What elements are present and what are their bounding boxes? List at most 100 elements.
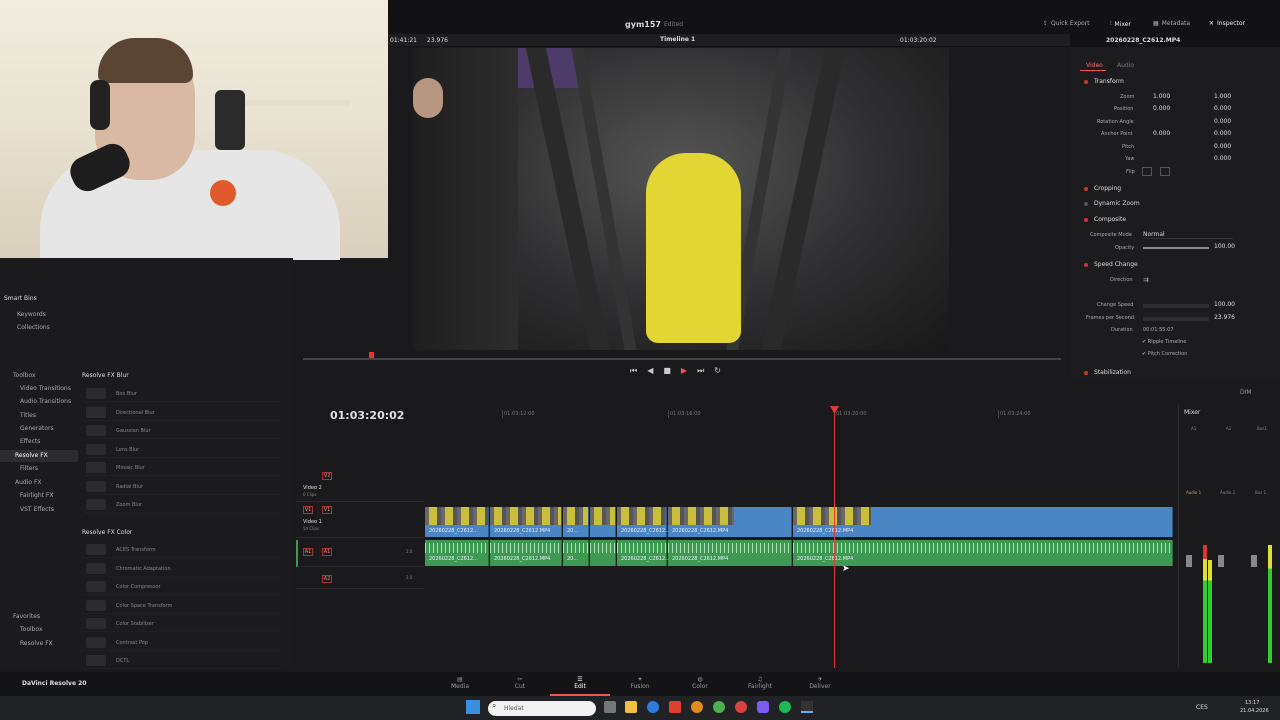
taskbar-search[interactable]: Hledat (488, 701, 596, 716)
spotify-icon[interactable] (779, 701, 791, 713)
fx-zoom-blur[interactable]: Zoom Blur (84, 497, 282, 513)
tree-audio-fx[interactable]: Audio FX (15, 479, 42, 486)
windows-start-icon[interactable] (466, 700, 480, 714)
audio-clip[interactable]: 20260228_C2612.MP4 (668, 540, 792, 566)
color-category-header[interactable]: Resolve FX Color (82, 529, 132, 536)
collections-bin[interactable]: Collections (17, 324, 50, 331)
tree-titles[interactable]: Titles (20, 412, 36, 419)
page-cut[interactable]: ✂ Cut (500, 676, 540, 690)
track-v2-badge[interactable]: V2 (322, 472, 332, 480)
audio-clip[interactable]: 20260228_C2612.MP4 (793, 540, 1173, 566)
fx-color-compressor[interactable]: Color Compressor (84, 579, 282, 595)
fps-value[interactable]: 23.976 (1214, 314, 1235, 321)
tree-audio-transitions[interactable]: Audio Transitions (20, 398, 71, 405)
toolbox-item[interactable]: Toolbox (13, 372, 36, 379)
loop-icon[interactable]: ↻ (714, 366, 721, 376)
yaw-value[interactable]: 0.000 (1214, 155, 1231, 162)
edge-icon[interactable] (647, 701, 659, 713)
video-viewer[interactable] (413, 48, 949, 350)
audio2-fader[interactable] (1218, 555, 1224, 567)
tree-filters[interactable]: Filters (20, 465, 38, 472)
composite-mode-select[interactable]: Normal (1143, 231, 1233, 239)
video-clip[interactable]: 20260228_C2612.MP4 (793, 507, 1173, 537)
tree-fairlight-fx[interactable]: Fairlight FX (20, 492, 53, 499)
audio1-fader[interactable] (1186, 555, 1192, 567)
tree-video-transitions[interactable]: Video Transitions (20, 385, 71, 392)
video-clip[interactable] (590, 507, 616, 537)
resolve-taskbar-icon[interactable] (801, 701, 813, 713)
tree-resolve-fx[interactable]: Resolve FX (15, 452, 48, 459)
fx-gaussian-blur[interactable]: Gaussian Blur (84, 423, 282, 439)
direction-forward-icon[interactable]: ⇉ (1143, 276, 1149, 284)
section-enabled-dot[interactable] (1084, 218, 1088, 222)
pitch-value[interactable]: 0.000 (1214, 143, 1231, 150)
fx-directional-blur[interactable]: Directional Blur (84, 405, 282, 421)
source-a1-badge[interactable]: A1 (303, 548, 313, 556)
play-icon[interactable]: ▶ (681, 366, 687, 376)
page-edit[interactable]: ☰ Edit (560, 676, 600, 690)
flip-horizontal-icon[interactable] (1142, 167, 1152, 176)
section-enabled-dot[interactable] (1084, 263, 1088, 267)
tab-video[interactable]: Video (1086, 62, 1103, 69)
viewer-scrubber[interactable] (303, 358, 1061, 360)
tree-vst-effects[interactable]: VST Effects (20, 506, 54, 513)
rotation-value[interactable]: 0.000 (1214, 118, 1231, 125)
fx-radial-blur[interactable]: Radial Blur (84, 479, 282, 495)
audio-clip[interactable] (590, 540, 616, 566)
track-v1-badge[interactable]: V1 (322, 506, 332, 514)
fav-toolbox[interactable]: Toolbox (20, 626, 43, 633)
timeline-name[interactable]: Timeline 1 (660, 36, 695, 43)
position-x[interactable]: 0.000 (1153, 105, 1170, 112)
fx-color-space-transform[interactable]: Color Space Transform (84, 598, 282, 614)
metadata-button[interactable]: ▦ Metadata (1153, 20, 1190, 27)
fx-chromatic-adaptation[interactable]: Chromatic Adaptation (84, 561, 282, 577)
app-icon[interactable] (691, 701, 703, 713)
fx-aces-transform[interactable]: ACES Transform (84, 542, 282, 558)
track-header-a2[interactable] (296, 569, 424, 589)
brave-icon[interactable] (669, 701, 681, 713)
position-y[interactable]: 0.000 (1214, 105, 1231, 112)
fx-color-stabilizer[interactable]: Color Stabilizer (84, 616, 282, 632)
change-speed-value[interactable]: 100.00 (1214, 301, 1235, 308)
stop-icon[interactable]: ■ (663, 366, 671, 376)
clock-date[interactable]: 21.04.2026 (1240, 708, 1269, 714)
tab-audio[interactable]: Audio (1117, 62, 1134, 69)
clock-time[interactable]: 13:17 (1245, 700, 1259, 706)
fx-dctl[interactable]: DCTL (84, 653, 282, 669)
ripple-checkbox[interactable]: ✔ Ripple Timeline (1142, 339, 1186, 345)
source-v1-badge[interactable]: V1 (303, 506, 313, 514)
video-clip[interactable]: 20260228_C2612... (617, 507, 670, 537)
audio-clip[interactable]: 20260228_C2612... (617, 540, 670, 566)
scrubber-head[interactable] (369, 352, 374, 358)
flip-vertical-icon[interactable] (1160, 167, 1170, 176)
favorites-header[interactable]: Favorites (13, 613, 40, 620)
section-disabled-dot[interactable] (1084, 202, 1088, 206)
track-a2-badge[interactable]: A2 (322, 575, 332, 583)
anchor-x[interactable]: 0.000 (1153, 130, 1170, 137)
video-clip[interactable]: 20... (563, 507, 589, 537)
task-view-icon[interactable] (604, 701, 616, 713)
page-media[interactable]: ▤ Media (440, 676, 480, 690)
bus1-fader[interactable] (1251, 555, 1257, 567)
section-enabled-dot[interactable] (1084, 80, 1088, 84)
stabilization-section[interactable]: Stabilization (1094, 369, 1131, 376)
play-reverse-icon[interactable]: ◀ (647, 366, 653, 376)
dynamic-zoom-section[interactable]: Dynamic Zoom (1094, 200, 1140, 207)
page-fusion[interactable]: ✦ Fusion (620, 676, 660, 690)
section-enabled-dot[interactable] (1084, 187, 1088, 191)
app-icon[interactable] (735, 701, 747, 713)
page-color[interactable]: ◍ Color (680, 676, 720, 690)
file-explorer-icon[interactable] (625, 701, 637, 713)
audio-clip[interactable]: 20260228_C2612.MP4 (490, 540, 562, 566)
section-enabled-dot[interactable] (1084, 371, 1088, 375)
timeline-timecode[interactable]: 01:03:20:02 (330, 409, 404, 422)
tree-generators[interactable]: Generators (20, 425, 54, 432)
zoom-x[interactable]: 1.000 (1153, 93, 1170, 100)
tree-effects[interactable]: Effects (20, 438, 40, 445)
dim-button[interactable]: DIM (1240, 389, 1252, 396)
video-clip[interactable]: 20260228_C2612... (425, 507, 489, 537)
composite-section[interactable]: Composite (1094, 216, 1126, 223)
fx-mosaic-blur[interactable]: Mosaic Blur (84, 460, 282, 476)
transform-section[interactable]: Transform (1094, 78, 1124, 85)
fx-lens-blur[interactable]: Lens Blur (84, 442, 282, 458)
